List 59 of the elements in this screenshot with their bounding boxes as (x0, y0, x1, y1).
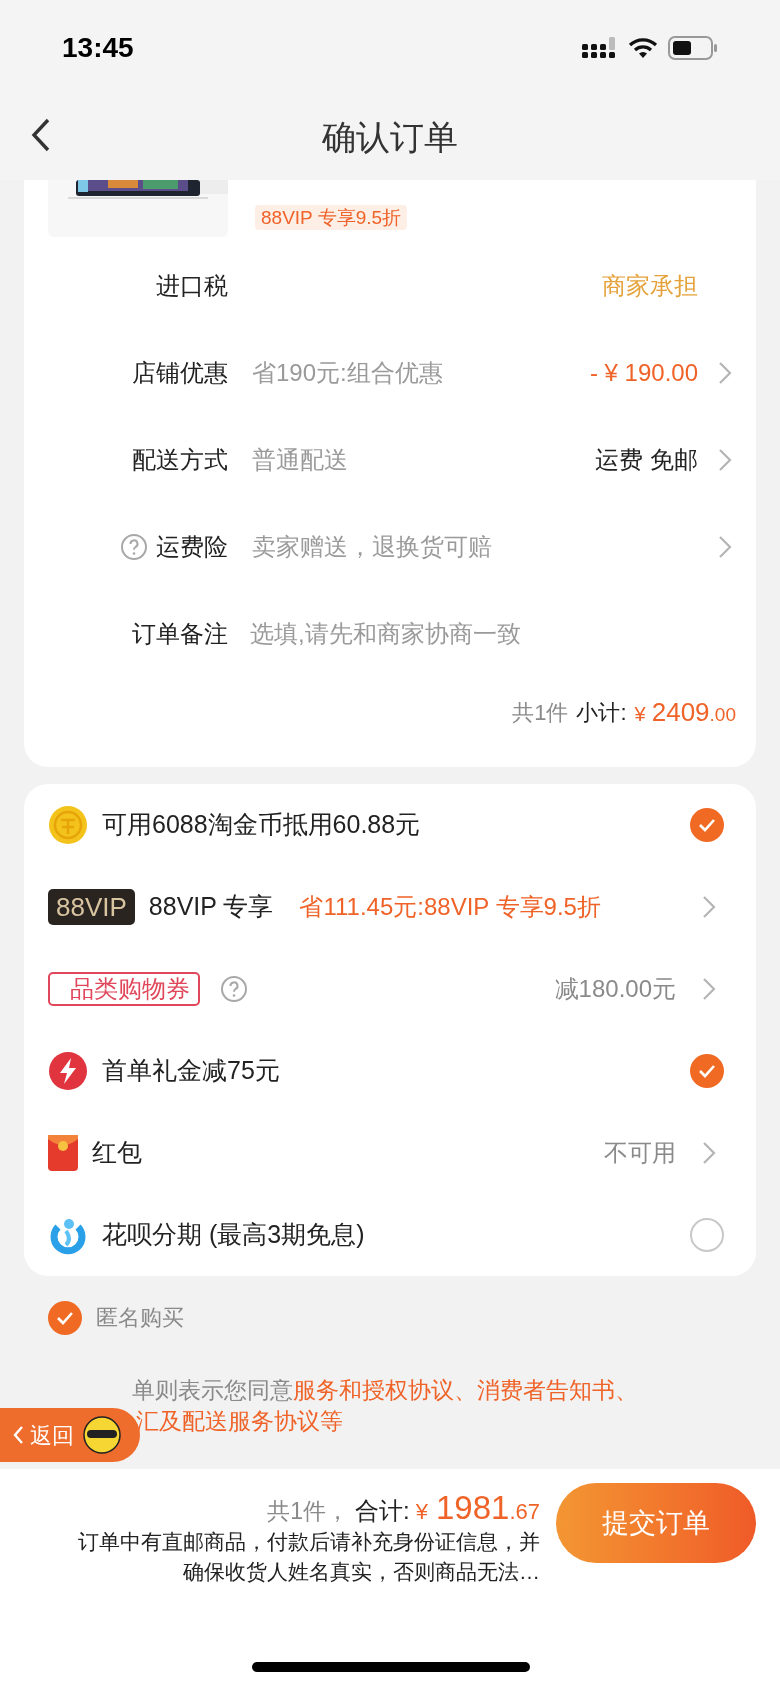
checkbox[interactable] (690, 1218, 724, 1252)
vip-badge: 88VIP (48, 889, 135, 925)
row-value: 运费 免邮 (595, 444, 698, 475)
chevron-icon[interactable] (702, 1141, 716, 1165)
total-label: 合计: (355, 1496, 410, 1526)
page-title: 确认订单 (322, 117, 458, 158)
benefit-detail: 减180.00元 (554, 974, 676, 1004)
benefit-label: 红包 (92, 1137, 142, 1169)
check-icon (698, 1064, 716, 1078)
chevron-icon[interactable] (702, 977, 716, 1001)
remark-field[interactable]: 选填,请先和商家协商一致 (250, 615, 718, 652)
check-icon (56, 1310, 74, 1325)
checkbox[interactable] (690, 1054, 724, 1088)
coupon-tag: 品类购物券 (48, 972, 200, 1006)
chevron-icon[interactable] (718, 534, 732, 559)
check-icon (698, 818, 716, 832)
row-value: 商家承担 (602, 270, 698, 301)
signal-icon (582, 35, 618, 60)
back-icon[interactable] (30, 117, 52, 153)
envelope-icon (48, 1135, 78, 1171)
row-label: 配送方式 (132, 444, 228, 475)
coin-icon (48, 805, 88, 845)
item-count: 共1件， (267, 1497, 350, 1526)
mascot-icon (82, 1415, 122, 1455)
chevron-icon[interactable] (718, 447, 732, 472)
item-count: 共1件 (512, 698, 569, 727)
subtotal-label: 小计: (576, 698, 627, 727)
chevron-icon[interactable] (702, 895, 716, 919)
promo-tag: 88VIP 专享9.5折 (255, 205, 408, 230)
row-label: 运费险 (156, 531, 228, 562)
benefit-label: 88VIP 专享 (148, 891, 274, 923)
agreement-link[interactable]: 服务和授权协议、消费者告知书、 (293, 1377, 638, 1403)
row-label: 订单备注 (132, 618, 228, 649)
total-price: ¥ 1981.67 (415, 1488, 540, 1528)
notice-text: 订单中有直邮商品，付款后请补充身份证信息，并确保收货人姓名真实，否则商品无法… (77, 1529, 540, 1585)
lightning-icon (48, 1051, 88, 1091)
benefit-label: 首单礼金减75元 (102, 1055, 280, 1087)
status-time: 13:45 (62, 30, 134, 65)
benefit-detail: 省111.45元:88VIP 专享9.5折 (299, 892, 601, 922)
benefit-detail: 不可用 (604, 1138, 676, 1168)
row-note: 普通配送 (252, 444, 348, 475)
submit-button[interactable]: 提交订单 (556, 1483, 756, 1563)
benefit-label: 可用6088淘金币抵用60.88元 (102, 809, 421, 841)
row-value: - ¥ 190.00 (589, 357, 698, 388)
row-note: 卖家赠送，退换货可赔 (252, 531, 492, 562)
row-note: 省190元:组合优惠 (252, 357, 443, 388)
subtotal-price: ¥ 2409.00 (634, 695, 736, 729)
benefit-label: 花呗分期 (最高3期免息) (102, 1219, 365, 1251)
wifi-icon (628, 36, 658, 59)
chevron-icon (12, 1425, 24, 1445)
row-label: 进口税 (156, 270, 228, 301)
chevron-icon[interactable] (718, 360, 732, 385)
help-icon[interactable] (220, 975, 248, 1003)
battery-icon (668, 34, 718, 61)
row-label: 店铺优惠 (132, 357, 228, 388)
anonymous-label: 匿名购买 (96, 1304, 184, 1332)
checkbox[interactable] (690, 808, 724, 842)
checkbox[interactable] (48, 1300, 82, 1335)
help-icon[interactable] (120, 532, 148, 561)
